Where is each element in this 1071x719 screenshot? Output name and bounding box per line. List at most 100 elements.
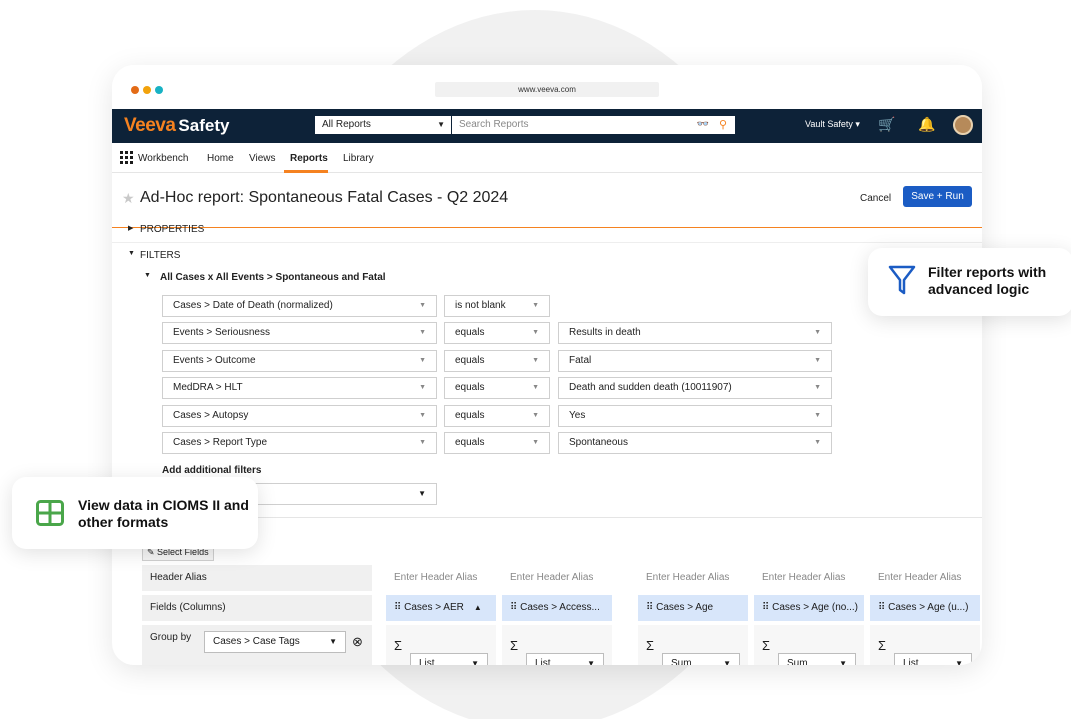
caret-down-icon: ▼ xyxy=(532,439,539,446)
sigma-icon: Σ xyxy=(762,638,771,653)
browser-chrome: www.veeva.com xyxy=(112,65,982,109)
filter-value-select[interactable]: Results in death ▼ xyxy=(558,322,832,344)
browser-window: www.veeva.com Veeva Safety All Reports ▼ S… xyxy=(112,65,982,665)
caret-down-icon: ▼ xyxy=(329,637,337,646)
caret-down-icon: ▼ xyxy=(419,329,426,336)
report-scope-select[interactable]: All Reports ▼ xyxy=(315,116,451,134)
field-column-chip[interactable]: ⠿ Cases > Age (u...) xyxy=(870,595,980,621)
search-icon[interactable]: ⚲ xyxy=(719,116,727,134)
drag-handle-icon[interactable]: ⠿ xyxy=(510,602,520,613)
filter-value-select[interactable]: Death and sudden death (10011907) ▼ xyxy=(558,377,832,399)
filter-operator-select[interactable]: equals ▼ xyxy=(444,322,550,344)
page-title: Ad-Hoc report: Spontaneous Fatal Cases -… xyxy=(140,189,509,206)
nav-tabs: Workbench Home Views Reports Library xyxy=(112,143,982,173)
sort-up-icon[interactable]: ▲ xyxy=(474,603,482,612)
filter-row: MedDRA > HLT ▼ equals ▼ Death and sudden dea… xyxy=(112,377,982,399)
maximize-dot[interactable] xyxy=(155,86,163,94)
filter-field-select[interactable]: Cases > Report Type ▼ xyxy=(162,432,437,454)
caret-down-icon: ▼ xyxy=(419,302,426,309)
filter-callout: Filter reports with advanced logic xyxy=(868,248,1071,316)
caret-down-icon: ▼ xyxy=(814,357,821,364)
filter-row: Cases > Autopsy ▼ equals ▼ Yes ▼ xyxy=(112,405,982,427)
search-input[interactable]: Search Reports 👓 ⚲ xyxy=(452,116,735,134)
aggregation-select[interactable]: List ▼ xyxy=(526,653,604,665)
field-column-chip[interactable]: ⠿ Cases > AER ▲ xyxy=(386,595,496,621)
drag-handle-icon[interactable]: ⠿ xyxy=(762,602,772,613)
bell-icon[interactable]: 🔔 xyxy=(918,116,935,133)
drag-handle-icon[interactable]: ⠿ xyxy=(878,602,888,613)
aggregation-select[interactable]: Sum ▼ xyxy=(662,653,740,665)
save-run-button[interactable]: Save + Run xyxy=(903,186,972,207)
aggregation-select[interactable]: List ▼ xyxy=(410,653,488,665)
caret-down-icon: ▼ xyxy=(723,659,731,665)
caret-down-icon: ▼ xyxy=(419,412,426,419)
drag-handle-icon[interactable]: ⠿ xyxy=(646,602,656,613)
expand-caret-icon[interactable]: ▶ xyxy=(128,224,133,232)
fields-columns-label: Fields (Columns) xyxy=(142,595,372,621)
caret-down-icon: ▼ xyxy=(532,302,539,309)
tab-workbench[interactable]: Workbench xyxy=(138,153,188,164)
filter-operator-select[interactable]: is not blank ▼ xyxy=(444,295,550,317)
address-bar[interactable]: www.veeva.com xyxy=(435,82,659,97)
header-alias-input[interactable]: Enter Header Alias xyxy=(754,565,864,591)
aggregation-select[interactable]: List ▼ xyxy=(894,653,972,665)
collapse-caret-icon[interactable]: ▼ xyxy=(128,250,135,257)
aggregation-select[interactable]: Sum ▼ xyxy=(778,653,856,665)
filter-row: Cases > Report Type ▼ equals ▼ Spontaneous ▼ xyxy=(112,432,982,454)
filter-field-select[interactable]: Cases > Autopsy ▼ xyxy=(162,405,437,427)
filter-value-select[interactable]: Fatal ▼ xyxy=(558,350,832,372)
filter-value-select[interactable]: Yes ▼ xyxy=(558,405,832,427)
filter-operator-select[interactable]: equals ▼ xyxy=(444,377,550,399)
close-dot[interactable] xyxy=(131,86,139,94)
veeva-logo[interactable]: Veeva Safety xyxy=(124,115,229,137)
caret-down-icon: ▼ xyxy=(471,659,479,665)
filter-field-select[interactable]: Events > Seriousness ▼ xyxy=(162,322,437,344)
avatar[interactable] xyxy=(953,115,973,135)
vault-menu[interactable]: Vault Safety ▾ xyxy=(805,119,860,130)
caret-down-icon: ▼ xyxy=(814,439,821,446)
drag-handle-icon[interactable]: ⠿ xyxy=(394,602,404,613)
minimize-dot[interactable] xyxy=(143,86,151,94)
binoculars-icon[interactable]: 👓 xyxy=(697,116,709,134)
sigma-icon: Σ xyxy=(646,638,655,653)
caret-down-icon: ▼ xyxy=(419,357,426,364)
field-column-chip[interactable]: ⠿ Cases > Age (no...) xyxy=(754,595,864,621)
group-by-select[interactable]: Cases > Case Tags ▼ xyxy=(204,631,346,653)
app-grid-icon[interactable] xyxy=(120,151,133,164)
filter-field-select[interactable]: Cases > Date of Death (normalized) ▼ xyxy=(162,295,437,317)
cancel-button[interactable]: Cancel xyxy=(860,193,891,204)
caret-down-icon: ▼ xyxy=(532,329,539,336)
report-titlebar: ★ Ad-Hoc report: Spontaneous Fatal Cases… xyxy=(112,173,982,228)
caret-down-icon: ▼ xyxy=(419,439,426,446)
caret-down-icon: ▼ xyxy=(437,120,445,129)
header-alias-input[interactable]: Enter Header Alias xyxy=(870,565,980,591)
cioms-callout: View data in CIOMS II and other formats xyxy=(12,477,258,549)
caret-down-icon: ▼ xyxy=(532,412,539,419)
filter-operator-select[interactable]: equals ▼ xyxy=(444,432,550,454)
cart-icon[interactable]: 🛒 xyxy=(878,116,895,133)
caret-down-icon: ▼ xyxy=(814,329,821,336)
filter-icon xyxy=(888,265,916,295)
tab-reports[interactable]: Reports xyxy=(290,153,328,164)
remove-group-icon[interactable]: ⊗ xyxy=(352,634,363,650)
caret-down-icon: ▼ xyxy=(814,412,821,419)
caret-down-icon: ▼ xyxy=(419,384,426,391)
sigma-icon: Σ xyxy=(510,638,519,653)
filter-operator-select[interactable]: equals ▼ xyxy=(444,350,550,372)
collapse-caret-icon[interactable]: ▼ xyxy=(144,272,151,279)
field-column-chip[interactable]: ⠿ Cases > Access... xyxy=(502,595,612,621)
header-alias-input[interactable]: Enter Header Alias xyxy=(638,565,748,591)
field-column-chip[interactable]: ⠿ Cases > Age xyxy=(638,595,748,621)
tab-library[interactable]: Library xyxy=(343,153,374,164)
tab-home[interactable]: Home xyxy=(207,153,234,164)
filter-field-select[interactable]: MedDRA > HLT ▼ xyxy=(162,377,437,399)
favorite-star-icon[interactable]: ★ xyxy=(122,190,135,207)
caret-down-icon: ▼ xyxy=(532,384,539,391)
filter-field-select[interactable]: Events > Outcome ▼ xyxy=(162,350,437,372)
filter-operator-select[interactable]: equals ▼ xyxy=(444,405,550,427)
tab-views[interactable]: Views xyxy=(249,153,276,164)
header-alias-input[interactable]: Enter Header Alias xyxy=(502,565,612,591)
header-alias-input[interactable]: Enter Header Alias xyxy=(386,565,496,591)
filter-value-select[interactable]: Spontaneous ▼ xyxy=(558,432,832,454)
sigma-icon: Σ xyxy=(878,638,887,653)
